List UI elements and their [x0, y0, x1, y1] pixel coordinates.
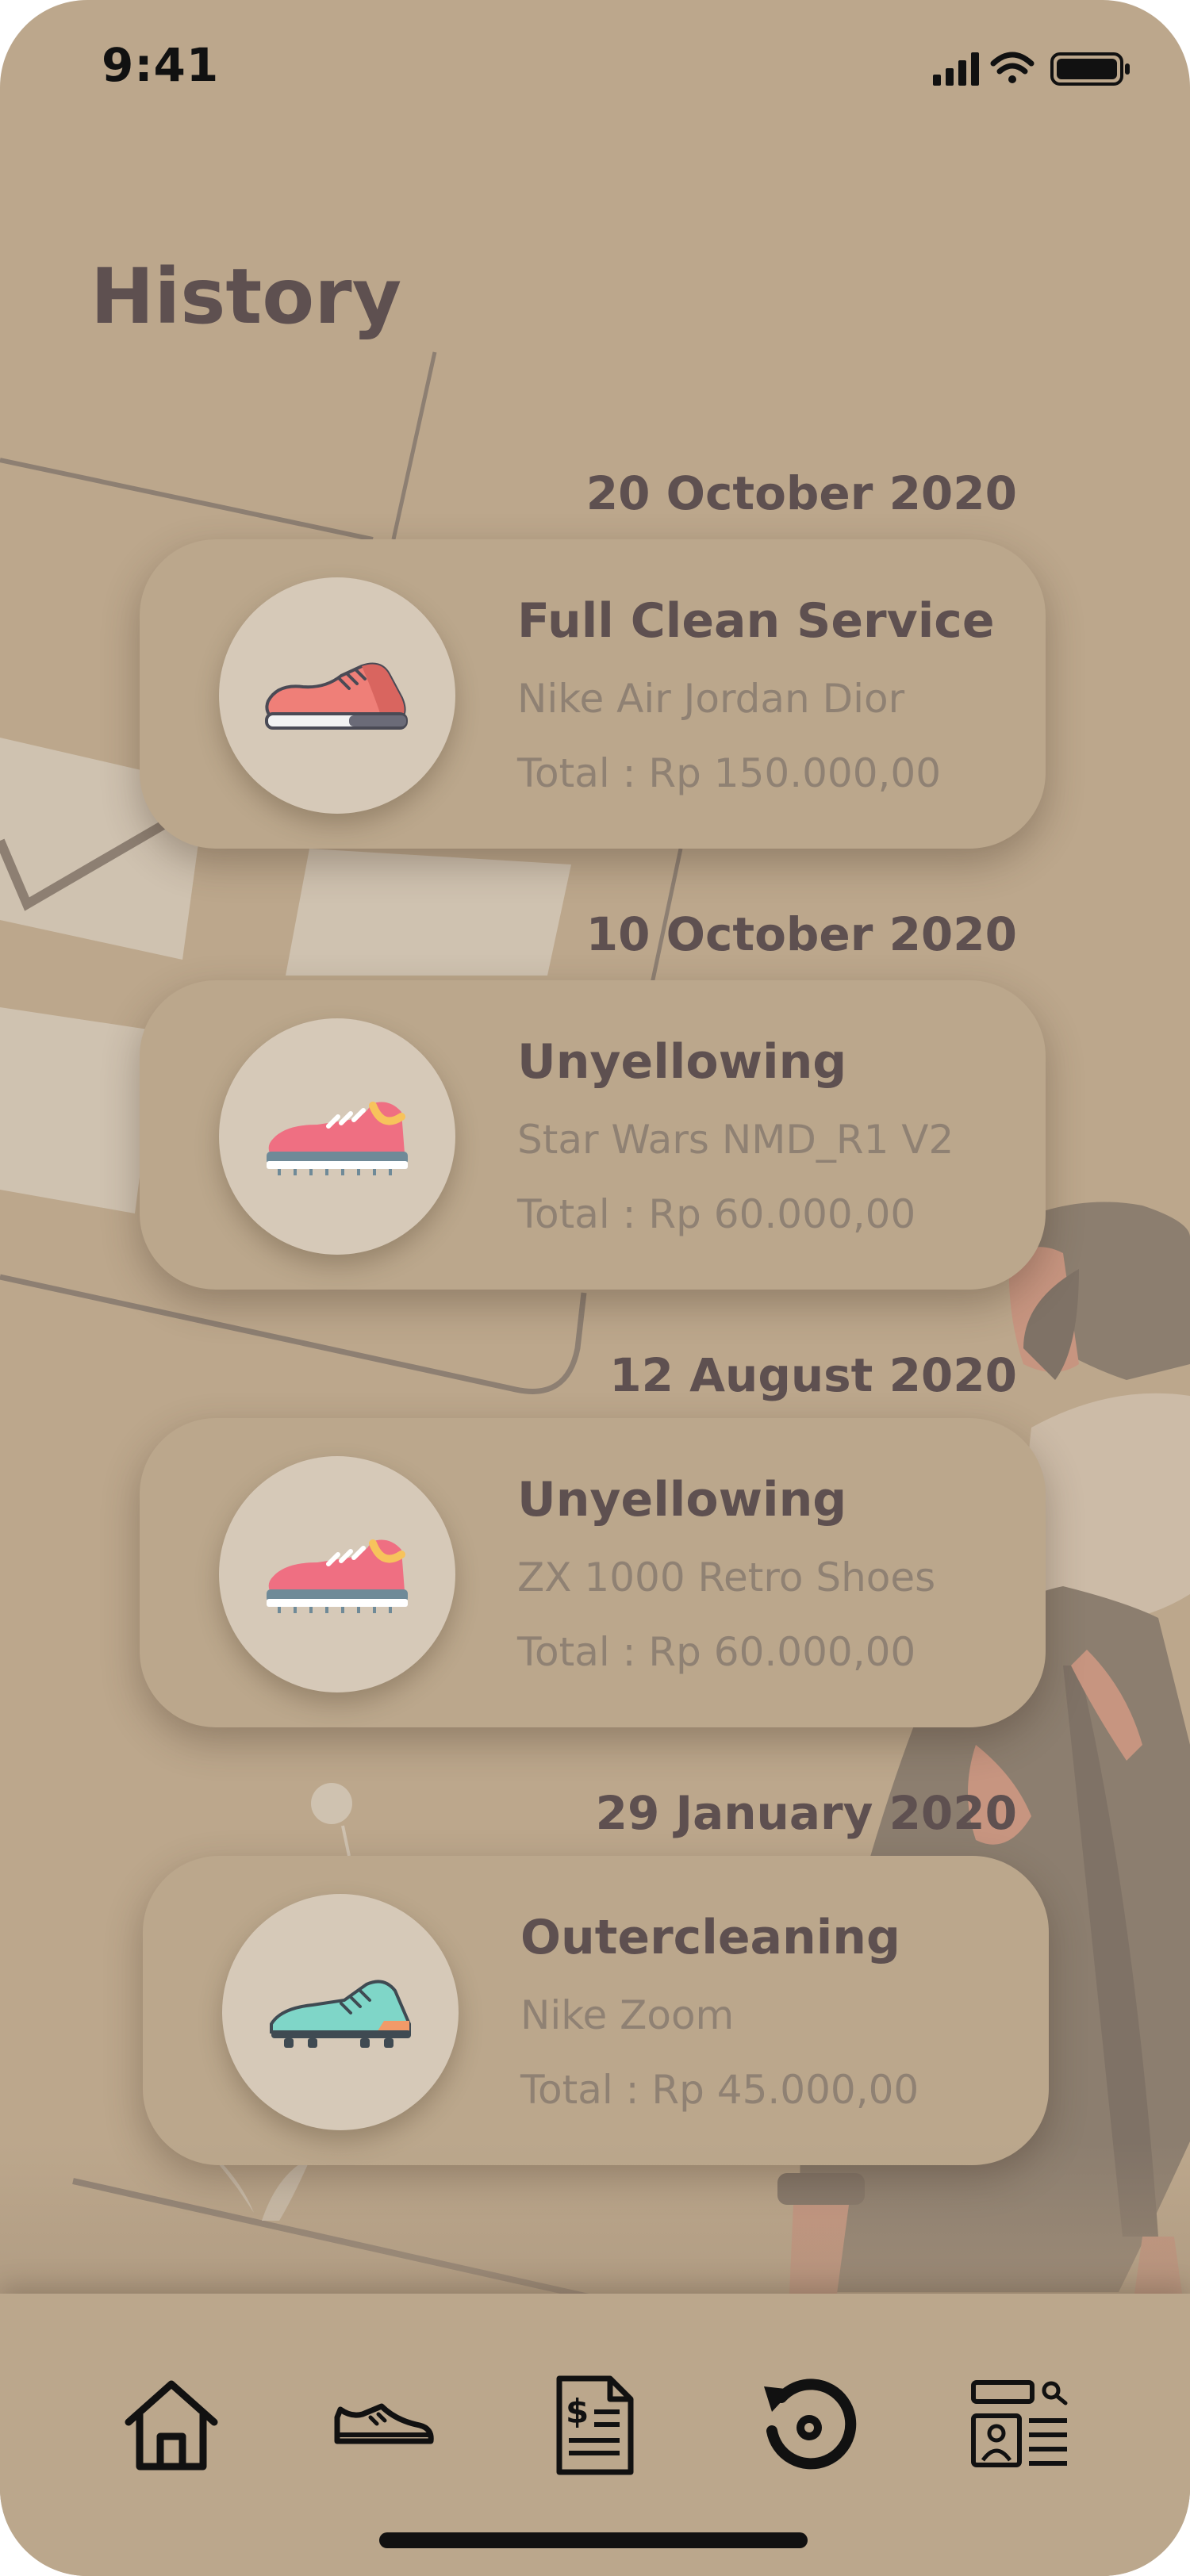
status-bar: 9:41 — [0, 0, 1190, 135]
history-date: 12 August 2020 — [609, 1348, 1017, 1402]
sneaker-pink-icon — [267, 1539, 408, 1613]
history-card[interactable]: Unyellowing Star Wars NMD_R1 V2 Total : … — [140, 980, 1046, 1290]
shoe-avatar — [219, 1018, 455, 1255]
nav-profile[interactable] — [965, 2370, 1076, 2481]
history-date: 20 October 2020 — [585, 466, 1017, 520]
nav-shoes[interactable] — [328, 2370, 440, 2481]
nav-history[interactable] — [754, 2370, 865, 2481]
service-name: Unyellowing — [517, 1472, 847, 1528]
nav-home[interactable] — [116, 2370, 227, 2481]
signal-icon — [933, 52, 979, 86]
order-total: Total : Rp 60.000,00 — [517, 1191, 916, 1237]
invoice-icon: $ — [556, 2375, 634, 2475]
shoe-avatar — [219, 1456, 455, 1692]
shoe-name: Star Wars NMD_R1 V2 — [517, 1117, 954, 1163]
status-icons — [933, 48, 1147, 94]
page-title: History — [90, 252, 402, 341]
shoe-name: ZX 1000 Retro Shoes — [517, 1554, 936, 1600]
profile-card-icon — [971, 2380, 1068, 2467]
service-name: Full Clean Service — [517, 593, 995, 649]
sneaker-pink-icon — [267, 1102, 408, 1175]
shoe-avatar — [219, 577, 455, 814]
screen: 9:41 History 20 October 2020 Full Clean … — [0, 0, 1190, 2576]
service-name: Outercleaning — [520, 1910, 900, 1965]
history-date: 29 January 2020 — [595, 1786, 1017, 1840]
nav-invoice[interactable]: $ — [539, 2370, 651, 2481]
history-date: 10 October 2020 — [585, 907, 1017, 961]
status-time: 9:41 — [102, 38, 220, 92]
history-icon — [764, 2379, 857, 2470]
bottom-fade — [0, 2141, 1190, 2294]
order-total: Total : Rp 60.000,00 — [517, 1629, 916, 1675]
sneaker-teal-icon — [270, 1980, 411, 2048]
history-card[interactable]: Outercleaning Nike Zoom Total : Rp 45.00… — [143, 1856, 1049, 2165]
history-card[interactable]: Unyellowing ZX 1000 Retro Shoes Total : … — [140, 1418, 1046, 1727]
history-card[interactable]: Full Clean Service Nike Air Jordan Dior … — [140, 539, 1046, 849]
home-indicator[interactable] — [379, 2532, 808, 2548]
order-total: Total : Rp 150.000,00 — [517, 750, 942, 796]
svg-text:$: $ — [566, 2392, 589, 2431]
sneaker-red-icon — [265, 662, 408, 730]
battery-icon — [1050, 52, 1130, 86]
shoe-avatar — [222, 1894, 459, 2130]
home-icon — [125, 2380, 218, 2471]
wifi-icon — [990, 52, 1035, 83]
shoe-name: Nike Air Jordan Dior — [517, 676, 905, 722]
shoe-icon — [334, 2403, 434, 2444]
service-name: Unyellowing — [517, 1034, 847, 1090]
shoe-name: Nike Zoom — [520, 1992, 735, 2038]
order-total: Total : Rp 45.000,00 — [520, 2067, 919, 2113]
